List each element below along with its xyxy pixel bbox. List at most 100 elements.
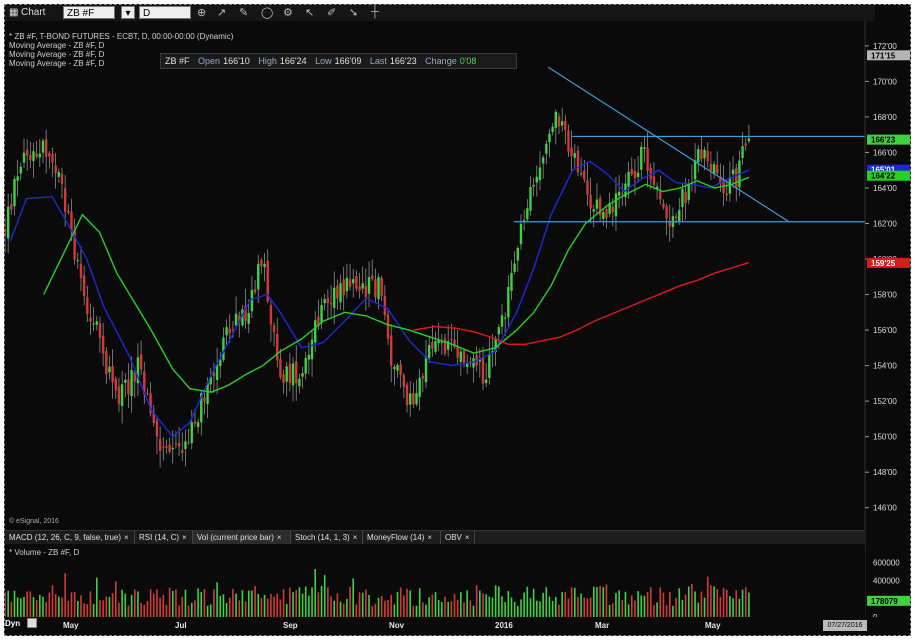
volume-bar <box>48 592 51 617</box>
tab-rsi[interactable]: RSI (14, C) × <box>135 531 193 544</box>
tab-obv[interactable]: OBV × <box>441 531 475 544</box>
ma-legend-3: Moving Average - ZB #F, D <box>9 59 105 68</box>
volume-bar <box>719 597 722 617</box>
candle-body <box>307 354 311 360</box>
volume-bar <box>16 597 19 617</box>
close-icon[interactable]: × <box>465 533 470 542</box>
volume-bar <box>149 589 152 617</box>
candle-body <box>19 166 23 174</box>
volume-bar <box>425 604 427 617</box>
volume-bar <box>7 590 9 617</box>
candle-body <box>162 446 165 448</box>
close-icon[interactable]: × <box>182 533 187 542</box>
quote-last: 166'23 <box>389 56 417 66</box>
candle-body <box>212 373 216 377</box>
candle-body <box>130 369 133 397</box>
volume-bar <box>171 591 174 617</box>
candle-body <box>643 147 646 149</box>
settings-tool-icon[interactable]: ⚙ <box>283 6 293 19</box>
volume-bar <box>70 592 73 617</box>
volume-bar <box>596 587 598 617</box>
price-tick-label: 170'00 <box>873 77 897 86</box>
candle-body <box>22 152 26 163</box>
dyn-toggle-button[interactable] <box>27 618 37 628</box>
volume-bar <box>418 588 421 617</box>
candle-body <box>500 315 504 327</box>
candle-body <box>450 338 453 340</box>
candle-body <box>541 157 545 164</box>
candle-body <box>386 314 390 339</box>
tab-vol[interactable]: Vol (current price bar) × <box>193 531 291 544</box>
tab-stoch-label: Stoch (14, 1, 3) <box>295 533 350 542</box>
candle-body <box>681 188 684 208</box>
volume-bar <box>323 575 326 617</box>
volume-bar <box>257 593 260 617</box>
candle-body <box>44 139 48 157</box>
volume-bar <box>608 604 611 617</box>
price-tick-label: 168'00 <box>873 113 897 122</box>
quote-open: 166'10 <box>223 56 250 66</box>
crosshair-icon[interactable]: ⊕ <box>197 6 206 19</box>
volume-bar <box>175 589 177 617</box>
volume-bar <box>42 596 44 617</box>
price-tick-label: 150'00 <box>873 433 897 442</box>
volume-bar <box>39 594 41 617</box>
candle-body <box>10 204 13 210</box>
candle-body <box>234 313 238 326</box>
candle-body <box>263 263 266 268</box>
candle-body <box>76 260 80 262</box>
close-icon[interactable]: × <box>277 533 282 542</box>
volume-bar <box>105 596 108 617</box>
price-pane <box>5 21 910 529</box>
candle-body <box>63 188 67 212</box>
tab-moneyflow[interactable]: MoneyFlow (14) × <box>363 531 441 544</box>
interval-input[interactable]: D <box>139 6 191 19</box>
candle-body <box>488 353 491 378</box>
pencil-icon[interactable]: ✎ <box>239 6 248 19</box>
tab-macd-label: MACD (12, 26, C, 9, false, true) <box>9 533 122 542</box>
candle-body <box>434 340 437 352</box>
dyn-label[interactable]: Dyn <box>5 619 20 628</box>
tab-vol-label: Vol (current price bar) <box>197 533 274 542</box>
close-icon[interactable]: × <box>427 533 432 542</box>
symbol-input[interactable]: ZB #F <box>63 6 115 19</box>
close-icon[interactable]: × <box>353 533 358 542</box>
volume-bar <box>355 604 358 617</box>
volume-bar <box>342 603 345 617</box>
volume-bar <box>32 597 35 617</box>
arrow-down-icon[interactable]: ➘ <box>349 6 358 19</box>
volume-bar <box>605 584 608 617</box>
volume-legend: * Volume - ZB #F, D <box>9 548 80 557</box>
close-icon[interactable]: × <box>124 533 129 542</box>
volume-bar <box>254 586 256 617</box>
draw-line-icon[interactable]: ↗ <box>217 6 226 19</box>
candle-body <box>250 289 254 312</box>
volume-bar <box>532 588 535 617</box>
cursor-icon[interactable]: ↖ <box>305 6 314 19</box>
volume-bar <box>504 602 506 617</box>
tab-stoch[interactable]: Stoch (14, 1, 3) × <box>291 531 363 544</box>
symbol-dropdown-icon[interactable]: ▾ <box>121 6 135 19</box>
volume-marker-label: 178079 <box>871 597 898 606</box>
volume-bar <box>637 591 639 617</box>
volume-bar <box>292 592 294 617</box>
volume-bar <box>197 588 199 617</box>
brush-icon[interactable]: ✐ <box>327 6 336 19</box>
vertical-line-icon[interactable]: ┼ <box>371 6 379 18</box>
quote-change: 0'08 <box>459 56 477 66</box>
volume-bar <box>640 595 643 617</box>
volume-bar <box>602 587 605 617</box>
tab-macd[interactable]: MACD (12, 26, C, 9, false, true) × <box>5 531 135 544</box>
candle-body <box>184 441 187 450</box>
volume-bar <box>118 602 120 617</box>
volume-bar <box>156 589 158 617</box>
candle-body <box>427 345 431 359</box>
circle-tool-icon[interactable]: ◯ <box>261 6 273 19</box>
tab-rsi-label: RSI (14, C) <box>139 533 180 542</box>
candle-body <box>535 176 539 183</box>
candle-body <box>196 422 200 428</box>
volume-bar <box>399 587 402 617</box>
ma-legend-2: Moving Average - ZB #F, D <box>9 50 105 59</box>
candle-body <box>519 223 523 245</box>
volume-bar <box>162 595 165 617</box>
